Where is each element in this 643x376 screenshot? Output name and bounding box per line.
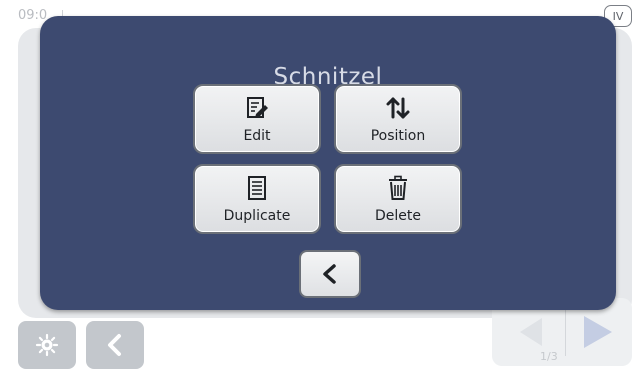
delete-label: Delete bbox=[375, 208, 421, 224]
settings-button[interactable] bbox=[18, 321, 76, 369]
trash-icon bbox=[385, 174, 411, 202]
chevron-left-icon bbox=[323, 264, 336, 284]
position-button[interactable]: Position bbox=[334, 84, 462, 154]
dialog-title: Schnitzel bbox=[273, 64, 383, 90]
status-time: 09:0 bbox=[18, 8, 48, 23]
prev-page-icon[interactable] bbox=[520, 318, 542, 346]
updown-arrows-icon bbox=[385, 94, 411, 122]
nav-divider bbox=[565, 308, 566, 356]
delete-button[interactable]: Delete bbox=[334, 164, 462, 234]
dialog-back-button[interactable] bbox=[299, 250, 361, 298]
page-indicator: 1/3 bbox=[540, 350, 558, 363]
position-label: Position bbox=[370, 128, 426, 144]
document-icon bbox=[244, 174, 270, 202]
gear-icon bbox=[35, 333, 59, 357]
next-page-icon[interactable] bbox=[584, 316, 612, 348]
edit-label: Edit bbox=[243, 128, 271, 144]
edit-button[interactable]: Edit bbox=[193, 84, 321, 154]
duplicate-label: Duplicate bbox=[223, 208, 291, 224]
edit-icon bbox=[244, 94, 270, 122]
options-dialog: Schnitzel Edit Position Duplicate Delete bbox=[40, 16, 616, 310]
duplicate-button[interactable]: Duplicate bbox=[193, 164, 321, 234]
back-button-bottom[interactable] bbox=[86, 321, 144, 369]
chevron-left-icon bbox=[108, 334, 121, 356]
